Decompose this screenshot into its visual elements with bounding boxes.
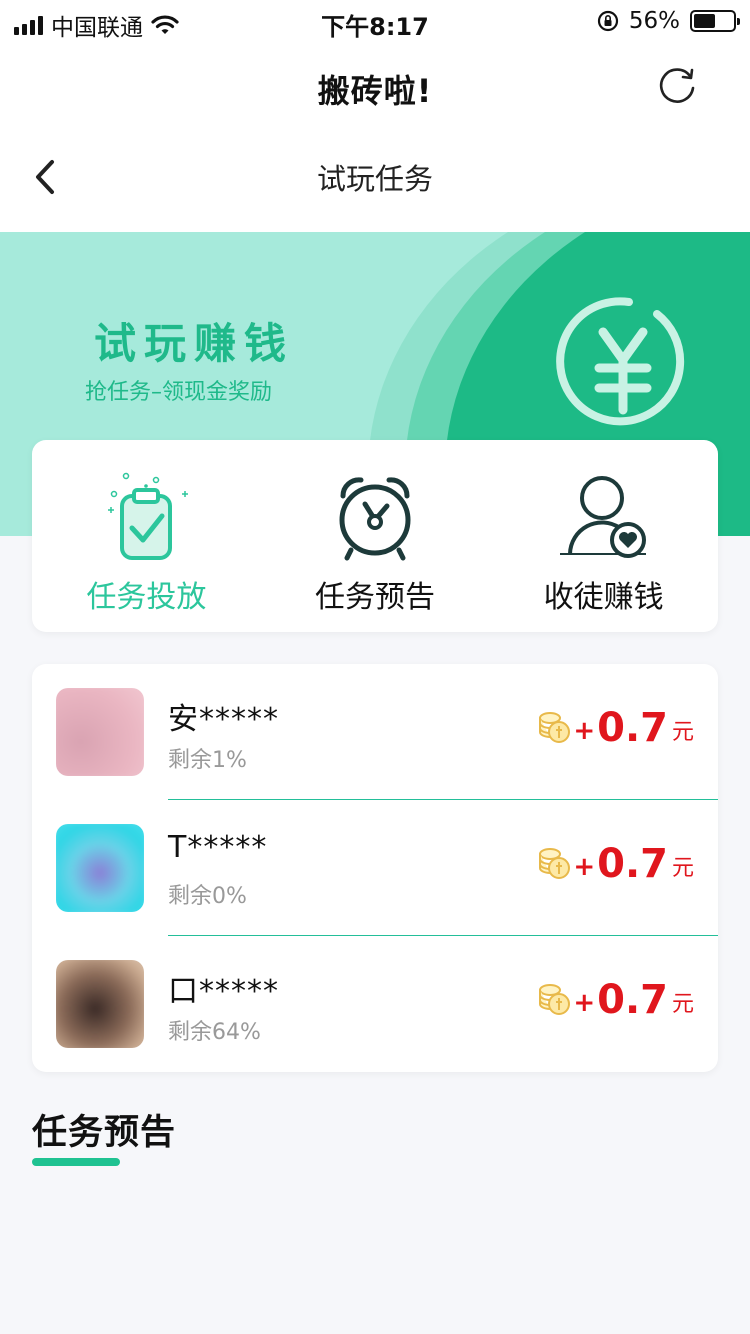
coin-stack-icon — [539, 712, 571, 743]
coin-stack-icon — [539, 984, 571, 1015]
section-title: 任务预告 — [32, 1113, 177, 1153]
reward-plus: + — [573, 852, 596, 882]
battery-percent: 56% — [628, 8, 680, 34]
rotation-lock-icon — [597, 10, 618, 32]
task-name: T***** — [168, 830, 268, 865]
status-left: 中国联通 — [14, 8, 179, 42]
clipboard-check-icon — [108, 472, 189, 560]
action-label: 任务投放 — [86, 580, 207, 615]
reward-unit: 元 — [671, 856, 694, 881]
reward-plus: + — [573, 716, 596, 746]
signal-icon — [14, 15, 43, 35]
banner-title: 试玩赚钱 — [94, 319, 295, 368]
task-remaining: 剩余64% — [168, 1020, 261, 1045]
alarm-clock-icon — [339, 477, 411, 561]
task-remaining: 剩余1% — [168, 748, 247, 773]
status-bar: 中国联通 下午8:17 56% — [0, 0, 750, 44]
reward-unit: 元 — [671, 720, 694, 745]
coin-stack-icon — [539, 848, 571, 879]
action-task-release[interactable]: 任务投放 — [32, 440, 261, 632]
task-name: 口***** — [168, 974, 279, 1009]
task-reward: + 0.7 元 — [537, 844, 694, 884]
action-label: 收徒赚钱 — [543, 580, 664, 615]
action-recruit-earn[interactable]: 收徒赚钱 — [489, 440, 718, 632]
task-remaining: 剩余0% — [168, 884, 247, 909]
page-title: 试玩任务 — [316, 162, 433, 196]
action-task-preview[interactable]: 任务预告 — [261, 440, 490, 632]
task-row[interactable]: 口***** 剩余64% + 0.7 元 — [32, 936, 718, 1072]
task-reward: + 0.7 元 — [537, 980, 694, 1020]
section-underline — [32, 1158, 120, 1166]
task-app-thumbnail — [56, 688, 144, 776]
reward-amount: 0.7 — [597, 705, 668, 751]
task-name: 安***** — [168, 702, 279, 737]
task-app-thumbnail — [56, 824, 144, 912]
banner-subtitle: 抢任务–领现金奖励 — [85, 380, 273, 405]
action-card: 任务投放 任务预告 收徒赚钱 — [32, 440, 718, 632]
refresh-icon[interactable] — [652, 62, 702, 112]
task-app-thumbnail — [56, 960, 144, 1048]
reward-amount: 0.7 — [597, 841, 668, 887]
reward-plus: + — [573, 988, 596, 1018]
user-heart-icon — [559, 476, 646, 558]
carrier-label: 中国联通 — [51, 15, 143, 41]
action-label: 任务预告 — [315, 580, 435, 615]
battery-fill — [694, 14, 716, 28]
task-row[interactable]: T***** 剩余0% + 0.7 元 — [32, 800, 718, 936]
header: 搬砖啦! 试玩任务 — [0, 44, 750, 232]
task-reward: + 0.7 元 — [537, 708, 694, 748]
app-title: 搬砖啦! — [317, 72, 433, 110]
task-list: 安***** 剩余1% + 0.7 元 T***** 剩余0% + 0.7 元 … — [32, 664, 718, 1072]
wifi-icon — [151, 15, 179, 34]
task-row[interactable]: 安***** 剩余1% + 0.7 元 — [32, 664, 718, 800]
status-right: 56% — [597, 8, 740, 34]
reward-amount: 0.7 — [597, 977, 668, 1023]
yen-icon — [556, 297, 685, 426]
reward-unit: 元 — [671, 992, 694, 1017]
battery-icon — [690, 10, 740, 32]
